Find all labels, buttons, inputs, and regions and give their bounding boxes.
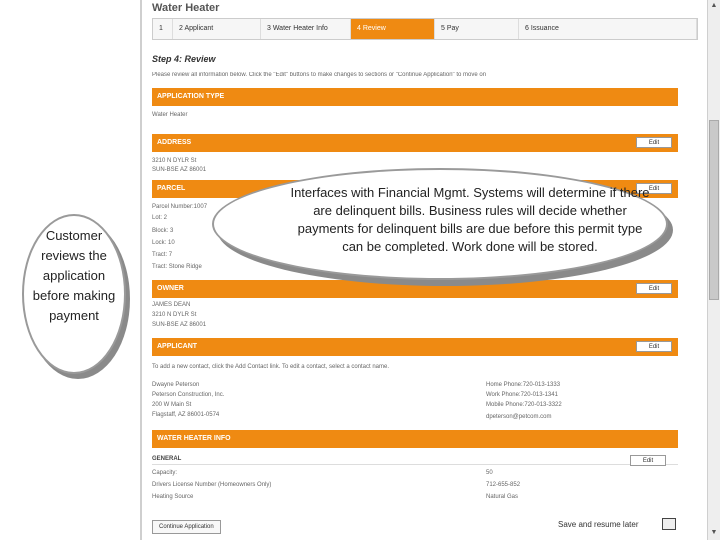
page-title: Water Heater [152, 2, 220, 14]
step-applicant[interactable]: 2 Applicant [173, 19, 261, 39]
section-application-type: APPLICATION TYPE [152, 88, 678, 106]
section-title: OWNER [157, 285, 184, 292]
applicant-right-line: Home Phone:720-013-1333 [486, 382, 561, 388]
section-title: APPLICATION TYPE [157, 93, 225, 100]
scroll-thumb[interactable] [709, 120, 719, 300]
info-value: 50 [486, 470, 493, 476]
intro-text: Please review all information below. Cli… [152, 72, 487, 78]
parcel-line: Lot: 2 [152, 215, 168, 221]
applicant-instruction: To add a new contact, click the Add Cont… [152, 364, 390, 370]
edit-owner-button[interactable]: Edit [636, 283, 672, 294]
applicant-right-line: Mobile Phone:720-013-3322 [486, 402, 562, 408]
info-value: 712-655-852 [486, 482, 521, 488]
applicant-left-line: 200 W Main St [152, 402, 192, 408]
save-icon[interactable] [662, 518, 676, 530]
step-review[interactable]: 4 Review [351, 19, 435, 39]
step-issuance[interactable]: 6 Issuance [519, 19, 697, 39]
section-title: ADDRESS [157, 139, 192, 146]
applicant-left-line: Peterson Construction, Inc. [152, 392, 225, 398]
save-resume-later-link[interactable]: Save and resume later [558, 520, 639, 529]
step-water-heater-info[interactable]: 3 Water Heater Info [261, 19, 351, 39]
info-value: Natural Gas [486, 494, 519, 500]
scroll-up-icon[interactable]: ▲ [709, 1, 719, 11]
callout-left-text: Customer reviews the application before … [32, 228, 116, 323]
step-1[interactable]: 1 [153, 19, 173, 39]
info-label: Heating Source [152, 494, 194, 500]
section-water-heater-info: WATER HEATER INFO [152, 430, 678, 448]
edit-address-button[interactable]: Edit [636, 137, 672, 148]
edit-general-button[interactable]: Edit [630, 455, 666, 466]
parcel-line: Parcel Number:1007 [152, 204, 208, 210]
parcel-line: Tract: 7 [152, 252, 173, 258]
address-line-1: 3210 N DYLR St [152, 158, 197, 164]
vertical-scrollbar[interactable]: ▲ ▼ [707, 0, 720, 540]
address-line-2: SUN-BSE AZ 86001 [152, 167, 207, 173]
info-label: Capacity: [152, 470, 178, 476]
step-pay[interactable]: 5 Pay [435, 19, 519, 39]
applicant-right-line: Work Phone:720-013-1341 [486, 392, 558, 398]
section-title: APPLICANT [157, 343, 198, 350]
step-heading: Step 4: Review [152, 54, 216, 64]
applicant-email: dpeterson@petcom.com [486, 414, 552, 420]
info-label: Drivers License Number (Homeowners Only) [152, 482, 272, 488]
owner-line: JAMES DEAN [152, 302, 191, 308]
parcel-line: Tract: Stone Ridge [152, 264, 202, 270]
applicant-contact-name[interactable]: Dwayne Peterson [152, 382, 199, 388]
general-subheading: GENERAL [152, 456, 182, 462]
section-title: PARCEL [157, 185, 186, 192]
callout-right-text: Interfaces with Financial Mgmt. Systems … [290, 185, 650, 254]
continue-application-button[interactable]: Continue Application [152, 520, 221, 534]
section-address: ADDRESS Edit [152, 134, 678, 152]
application-type-value: Water Heater [152, 112, 188, 118]
wizard-steps: 1 2 Applicant 3 Water Heater Info 4 Revi… [152, 18, 698, 40]
parcel-line: Block: 3 [152, 228, 174, 234]
section-title: WATER HEATER INFO [157, 435, 231, 442]
section-applicant: APPLICANT Edit [152, 338, 678, 356]
owner-line: 3210 N DYLR St [152, 312, 197, 318]
owner-line: SUN-BSE AZ 86001 [152, 322, 207, 328]
divider [152, 464, 678, 465]
section-owner: OWNER Edit [152, 280, 678, 298]
edit-applicant-button[interactable]: Edit [636, 341, 672, 352]
applicant-left-line: Flagstaff, AZ 86001-0574 [152, 412, 220, 418]
parcel-line: Lock: 10 [152, 240, 175, 246]
scroll-down-icon[interactable]: ▼ [709, 528, 719, 538]
